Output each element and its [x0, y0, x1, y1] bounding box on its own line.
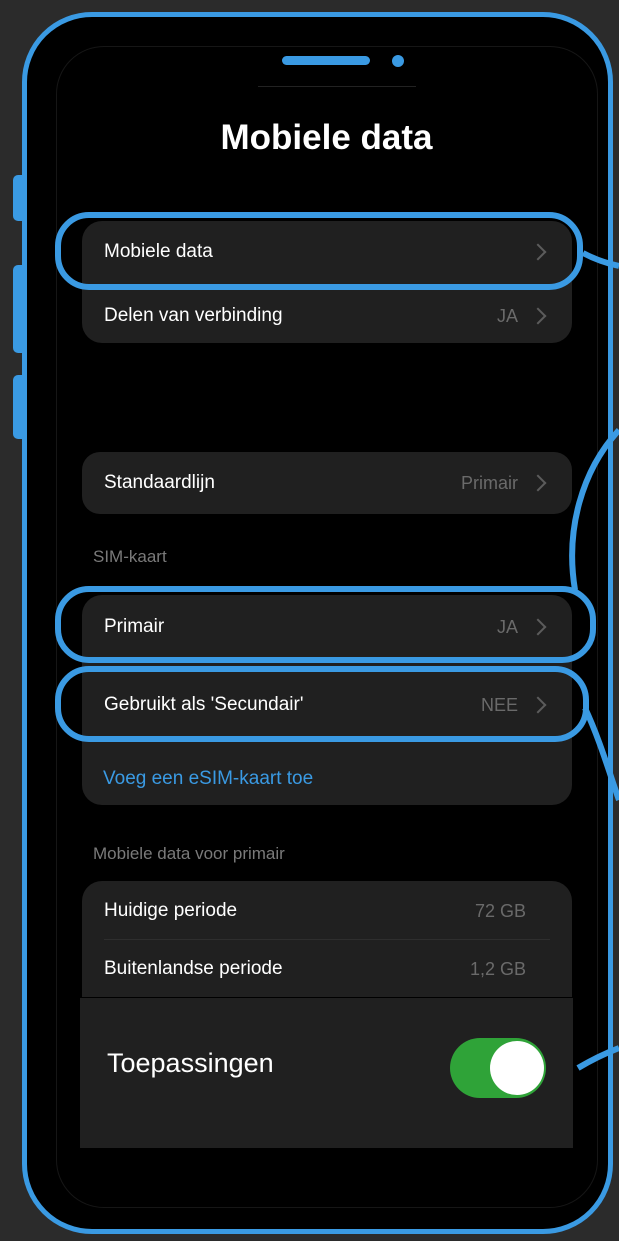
- callout-arc: [569, 427, 619, 591]
- callout-line-top: [581, 250, 619, 269]
- callout-line-toggle: [576, 1045, 619, 1071]
- callout-lines: [569, 250, 619, 1071]
- callout-line-secondary: [582, 706, 619, 802]
